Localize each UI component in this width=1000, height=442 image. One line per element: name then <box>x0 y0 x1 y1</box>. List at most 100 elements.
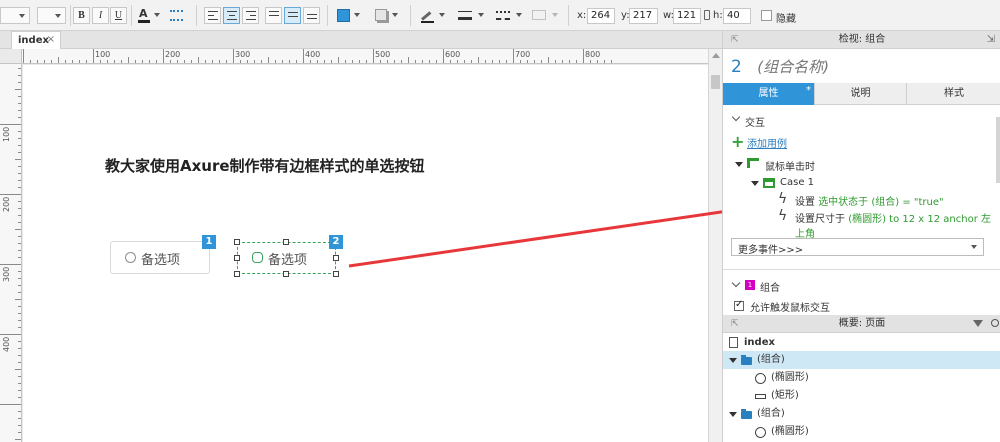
search-icon[interactable] <box>991 319 999 327</box>
fill-color-caret[interactable] <box>352 7 362 24</box>
ruler-tick <box>611 60 612 63</box>
arrow-style-button[interactable] <box>530 7 548 24</box>
line-width-button[interactable] <box>456 7 474 24</box>
align-left-button[interactable] <box>204 7 221 24</box>
arrow-style-caret[interactable] <box>550 7 560 24</box>
line-color-caret[interactable] <box>437 7 447 24</box>
valign-top-button[interactable] <box>265 7 282 24</box>
object-name-field[interactable]: (组合名称) <box>757 58 829 76</box>
line-pattern-button[interactable] <box>494 7 512 24</box>
outline-item[interactable]: (椭圆形) <box>723 369 1000 387</box>
canvas-scrollbar[interactable] <box>708 49 722 442</box>
valign-bottom-button[interactable] <box>303 7 320 24</box>
ruler-tick <box>527 60 528 63</box>
ruler-tick <box>121 60 122 63</box>
ruler-tick <box>18 432 21 433</box>
ruler-tick <box>562 60 563 63</box>
tab-notes[interactable]: 说明 <box>815 83 907 105</box>
valign-bottom-icon <box>307 14 317 23</box>
line-pattern-caret[interactable] <box>514 7 524 24</box>
expand-triangle-icon[interactable] <box>729 412 737 417</box>
toolbar-divider <box>131 5 132 26</box>
line-color-swatch <box>421 21 434 23</box>
inspector-scrollbar[interactable] <box>996 117 1000 183</box>
ruler-tick <box>18 208 21 209</box>
filter-icon[interactable] <box>973 320 983 327</box>
fill-color-button[interactable] <box>336 7 352 24</box>
height-input[interactable]: 40 <box>723 8 751 24</box>
align-center-button[interactable] <box>223 7 240 24</box>
ruler-tick <box>15 369 21 370</box>
ruler-tick <box>18 187 21 188</box>
shadow-caret[interactable] <box>390 7 400 24</box>
lock-icon[interactable] <box>704 10 710 20</box>
outline-page-row[interactable]: index <box>723 334 1000 352</box>
radio-option-1[interactable]: 备选项 <box>110 241 210 274</box>
toolbar-divider <box>568 5 569 26</box>
outline-item[interactable]: (矩形) <box>723 387 1000 405</box>
italic-button[interactable]: I <box>92 7 109 24</box>
resize-handle-top-left[interactable] <box>234 239 240 245</box>
ruler-number: 600 <box>445 50 461 59</box>
y-input[interactable]: 217 <box>629 8 658 24</box>
line-width-caret[interactable] <box>476 7 486 24</box>
allow-trigger-checkbox[interactable] <box>734 299 744 311</box>
resize-handle-bottom-right[interactable] <box>333 271 339 277</box>
tab-notes-label: 说明 <box>850 88 871 99</box>
valign-middle-button[interactable] <box>284 7 301 24</box>
underline-button[interactable]: U <box>110 7 127 24</box>
expand-triangle-icon[interactable] <box>729 358 737 363</box>
ruler-number: 300 <box>235 50 251 59</box>
ruler-tick <box>18 152 21 153</box>
line-pattern-icon <box>496 11 510 20</box>
resize-handle-right[interactable] <box>333 255 339 261</box>
scroll-thumb[interactable] <box>711 75 720 89</box>
tab-index[interactable]: index × <box>11 31 61 49</box>
hide-checkbox[interactable] <box>761 10 772 21</box>
case-label[interactable]: Case 1 <box>780 177 814 188</box>
ruler-tick <box>18 180 21 181</box>
resize-handle-bottom[interactable] <box>283 271 289 277</box>
align-right-button[interactable] <box>242 7 259 24</box>
event-label[interactable]: 鼠标单击时 <box>765 158 815 173</box>
font-family-dropdown[interactable] <box>0 7 30 24</box>
outline-item[interactable]: (椭圆形) <box>723 423 1000 441</box>
tab-style[interactable]: 样式 <box>907 83 1000 105</box>
outline-item[interactable]: (组合) <box>723 351 1000 369</box>
x-input[interactable]: 264 <box>587 8 615 24</box>
pin-icon[interactable]: ⇱ <box>731 315 739 333</box>
expand-triangle-icon[interactable] <box>735 162 743 167</box>
ruler-tick <box>443 49 444 63</box>
add-case-link[interactable]: 添加用例 <box>747 135 787 150</box>
more-events-dropdown[interactable]: 更多事件>>> <box>731 238 984 256</box>
ruler-tick <box>18 138 21 139</box>
outline-item[interactable]: (组合) <box>723 405 1000 423</box>
resize-handle-left[interactable] <box>234 255 240 261</box>
radio-label: 备选项 <box>141 253 181 268</box>
font-size-dropdown[interactable] <box>37 7 66 24</box>
close-icon[interactable]: × <box>47 34 55 45</box>
font-color-button[interactable]: A <box>136 7 152 24</box>
chevron-down-icon[interactable] <box>731 278 741 288</box>
shadow-button[interactable] <box>374 7 390 24</box>
expand-triangle-icon[interactable] <box>751 181 759 186</box>
font-color-caret[interactable] <box>152 7 162 24</box>
tab-properties[interactable]: 属性 * <box>723 83 815 105</box>
width-input[interactable]: 121 <box>673 8 701 24</box>
ruler-tick <box>226 60 227 63</box>
scroll-up-arrow-icon[interactable] <box>712 53 720 58</box>
line-color-button[interactable] <box>420 7 436 24</box>
resize-handle-bottom-left[interactable] <box>234 271 240 277</box>
plus-icon[interactable]: + <box>731 134 744 150</box>
ruler-tick <box>429 60 430 63</box>
action-2[interactable]: 设置尺寸于 (椭圆形) to 12 x 12 anchor 左上角 <box>795 210 1000 240</box>
ruler-tick <box>212 60 213 63</box>
action-1[interactable]: 设置 选中状态于 (组合) = "true" <box>795 193 944 208</box>
pin-icon[interactable]: ⇱ <box>731 31 739 49</box>
chevron-down-icon[interactable] <box>731 112 741 122</box>
bold-button[interactable]: B <box>73 7 90 24</box>
bullet-list-button[interactable] <box>168 7 185 24</box>
panel-menu-icon[interactable]: ⇲ <box>987 31 995 49</box>
ruler-tick <box>93 49 94 63</box>
resize-handle-top[interactable] <box>283 239 289 245</box>
